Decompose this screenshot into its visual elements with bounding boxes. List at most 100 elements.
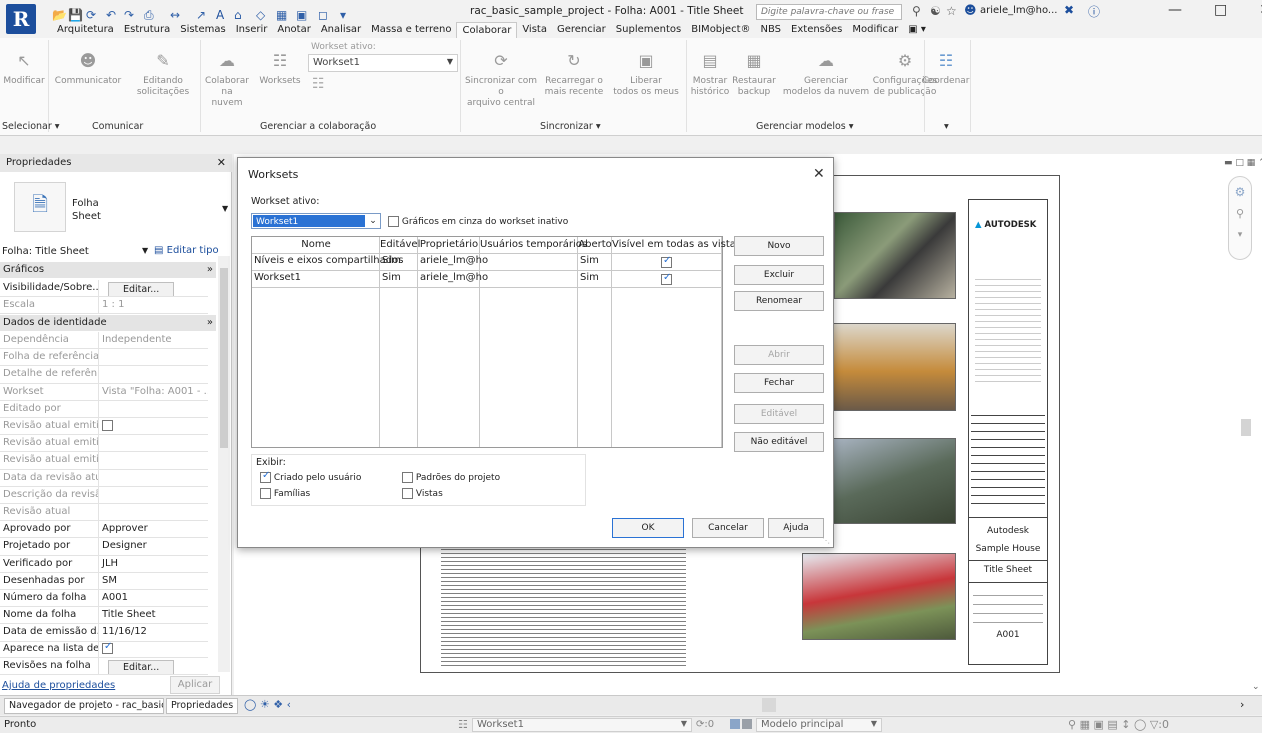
sync-icon[interactable]: ⟳ [86, 8, 96, 22]
collaborate-cloud-button[interactable]: ☁ Colaborar na nuvem [200, 38, 254, 109]
new-button[interactable]: Novo [734, 236, 824, 256]
editable-button[interactable]: Editável [734, 404, 824, 424]
revisions-edit-button[interactable]: Editar... [108, 660, 175, 675]
select-by-face-icon[interactable]: ▤ [1107, 718, 1117, 731]
column-header[interactable]: Editável [380, 239, 420, 250]
zoom-icon[interactable]: ⚲ [1229, 207, 1251, 220]
table-cell-owner[interactable]: ariele_lm@ho [420, 272, 488, 283]
rename-button[interactable]: Renomear [734, 291, 824, 311]
filter-icon[interactable]: ▽ [1150, 718, 1158, 731]
view-vertical-scroll-thumb[interactable] [1241, 419, 1251, 436]
property-value[interactable]: Designer [99, 538, 208, 554]
gray-inactive-icon[interactable]: ☷ [312, 76, 325, 92]
communicator-button[interactable]: ☻ Communicator [52, 38, 124, 87]
modify-button[interactable]: ↖ Modificar [3, 38, 44, 87]
undo-icon[interactable]: ↶ [106, 8, 116, 22]
families-checkbox[interactable] [260, 488, 271, 499]
tab-extens-es[interactable]: Extensões [786, 22, 847, 38]
subscription-icon[interactable]: ☯ [930, 4, 941, 18]
tab-gerenciar[interactable]: Gerenciar [552, 22, 611, 38]
chevron-down-icon[interactable]: ▼ [142, 246, 148, 255]
active-workset-dropdown[interactable]: Workset1 ▼ [308, 54, 458, 72]
section-icon[interactable]: ◇ [256, 8, 265, 22]
property-value[interactable]: A001 [99, 590, 208, 606]
editable-only-icon[interactable]: ⟳:0 [696, 719, 714, 730]
panel-sync[interactable]: Sincronizar ▾ [540, 121, 601, 132]
navigation-bar[interactable]: ⚙ ⚲ ▾ [1228, 176, 1252, 260]
sync-central-button[interactable]: ⟳ Sincronizar com o arquivo central [462, 38, 540, 109]
editing-requests-button[interactable]: ✎ Editando solicitações [124, 38, 202, 98]
help-icon[interactable]: ⓘ [1088, 3, 1100, 20]
visibility-edit-button[interactable]: Editar... [108, 282, 175, 297]
section-identity[interactable]: Dados de identidade» [0, 315, 216, 331]
binoculars-icon[interactable]: ⚲ [912, 4, 921, 18]
ribbon-options-icon[interactable]: ▣ ▾ [903, 22, 931, 38]
reload-latest-button[interactable]: ↻ Recarregar o mais recente [540, 38, 608, 98]
drag-elements-icon[interactable]: ↕ [1121, 718, 1130, 731]
visible-all-views-checkbox[interactable] [661, 255, 672, 268]
restore-backup-button[interactable]: ▦ Restaurar backup [730, 38, 778, 98]
delete-button[interactable]: Excluir [734, 265, 824, 285]
apply-button[interactable]: Aplicar [170, 676, 220, 694]
background-process-icon[interactable]: ◯ [1134, 718, 1146, 731]
redo-icon[interactable]: ↷ [124, 8, 134, 22]
show-history-button[interactable]: ▤ Mostrar histórico [686, 38, 734, 98]
open-button[interactable]: Abrir [734, 345, 824, 365]
instance-filter-dropdown[interactable]: Folha: Title Sheet [2, 246, 89, 257]
thin-lines-icon[interactable]: ▦ [276, 8, 287, 22]
favorites-star-icon[interactable]: ☆ [946, 4, 957, 18]
panel-manage-models[interactable]: Gerenciar modelos ▾ [756, 121, 854, 132]
tab-bimobject-[interactable]: BIMobject® [686, 22, 755, 38]
select-pinned-icon[interactable]: ▣ [1093, 718, 1103, 731]
open-icon[interactable]: 📂 [52, 8, 67, 22]
tab-massa-e-terreno[interactable]: Massa e terreno [366, 22, 456, 38]
design-option-dropdown[interactable]: Modelo principal ▼ [756, 718, 882, 732]
close-button[interactable]: Fechar [734, 373, 824, 393]
tab-colaborar[interactable]: Colaborar [456, 22, 518, 38]
close-hidden-icon[interactable]: ▣ [296, 8, 307, 22]
views-checkbox[interactable] [402, 488, 413, 499]
select-links-icon[interactable]: ⚲ [1068, 718, 1076, 731]
horizontal-scroll-thumb[interactable] [762, 698, 776, 712]
close-properties-icon[interactable]: ✕ [217, 156, 226, 169]
tab-modificar[interactable]: Modificar [847, 22, 903, 38]
visual-style-icon[interactable]: ◯ [244, 698, 256, 711]
tab-anotar[interactable]: Anotar [272, 22, 315, 38]
panel-coordinate[interactable]: ▾ [944, 121, 949, 132]
show-views-option[interactable]: Vistas [402, 488, 443, 499]
user-name[interactable]: ariele_lm@ho... [980, 5, 1057, 16]
section-graphics[interactable]: Gráficos» [0, 262, 216, 278]
tab-suplementos[interactable]: Suplementos [611, 22, 686, 38]
tab-estrutura[interactable]: Estrutura [119, 22, 175, 38]
tab-analisar[interactable]: Analisar [316, 22, 366, 38]
column-header[interactable]: Nome [252, 239, 380, 250]
dimension-icon[interactable]: ↗ [196, 8, 206, 22]
scroll-thumb[interactable] [220, 268, 228, 448]
column-header[interactable]: Aberto [578, 239, 612, 250]
view-window-controls[interactable]: ▬ □ ▦ ⌃ [1224, 158, 1262, 168]
tab-inserir[interactable]: Inserir [231, 22, 273, 38]
show-user-created-option[interactable]: Criado pelo usuário [260, 470, 361, 483]
table-cell-name[interactable]: Workset1 [254, 272, 301, 283]
switch-windows-icon[interactable]: ◻ [318, 8, 328, 22]
tab-nbs[interactable]: NBS [756, 22, 787, 38]
table-cell-editable[interactable]: Sim [382, 272, 401, 283]
status-workset-dropdown[interactable]: Workset1 ▼ [472, 718, 692, 732]
table-cell-owner[interactable]: ariele_lm@ho [420, 255, 488, 266]
properties-help-link[interactable]: Ajuda de propriedades [2, 680, 115, 691]
sun-path-icon[interactable]: ☀ [260, 698, 270, 711]
measure-icon[interactable]: ↔ [170, 8, 180, 22]
save-icon[interactable]: 💾 [68, 8, 83, 22]
user-created-checkbox[interactable] [260, 470, 271, 483]
cancel-button[interactable]: Cancelar [692, 518, 764, 538]
type-selector-arrow[interactable]: ▼ [222, 204, 228, 213]
reveal-hidden-icon[interactable]: ❖ [273, 698, 283, 711]
search-input[interactable]: Digite palavra-chave ou frase [756, 4, 902, 20]
nav-options-icon[interactable]: ▾ [1229, 230, 1251, 240]
scroll-left-icon[interactable]: ‹ [287, 698, 291, 711]
tab-arquitetura[interactable]: Arquitetura [52, 22, 119, 38]
property-value[interactable]: Title Sheet [99, 607, 208, 623]
view-controls[interactable]: ◯ ☀ ❖ ‹ [244, 698, 291, 711]
project-standards-checkbox[interactable] [402, 472, 413, 483]
ok-button[interactable]: OK [612, 518, 684, 538]
